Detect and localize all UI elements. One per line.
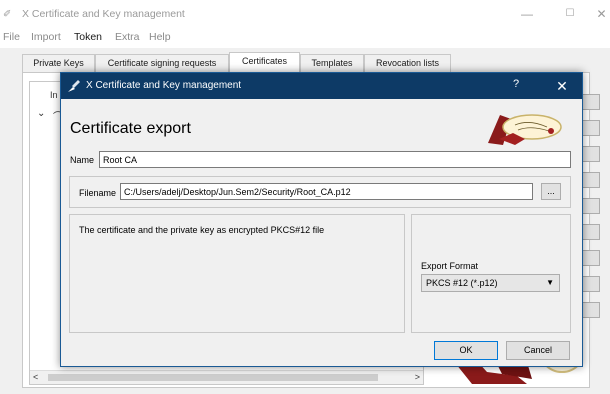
menu-token[interactable]: Token — [74, 31, 102, 43]
app-icon — [68, 80, 80, 92]
name-label: Name — [70, 155, 95, 165]
name-input[interactable] — [99, 151, 571, 168]
tab-certificates[interactable]: Certificates — [229, 52, 300, 72]
horizontal-scrollbar[interactable]: < > — [30, 370, 423, 384]
help-button[interactable]: ? — [513, 78, 519, 90]
export-description: The certificate and the private key as e… — [79, 225, 325, 235]
tab-private-keys[interactable]: Private Keys — [22, 54, 95, 72]
seal-logo-icon — [488, 114, 562, 145]
close-button[interactable]: ✕ — [593, 5, 610, 23]
chevron-down-icon[interactable]: ⌄ — [37, 108, 45, 119]
main-titlebar: ✐ X Certificate and Key management — ☐ ✕ — [0, 0, 610, 28]
menu-help[interactable]: Help — [149, 31, 171, 43]
maximize-button[interactable]: ☐ — [555, 5, 585, 23]
menu-import[interactable]: Import — [31, 31, 61, 43]
dialog-heading: Certificate export — [70, 120, 191, 137]
menu-bar: File Import Token Extra Help — [0, 28, 610, 48]
tab-certificate-signing-requests[interactable]: Certificate signing requests — [95, 54, 229, 72]
export-format-box: Export Format PKCS #12 (*.p12) ▼ — [411, 214, 571, 333]
app-icon: ✐ — [3, 9, 12, 20]
tab-templates[interactable]: Templates — [300, 54, 364, 72]
cancel-button[interactable]: Cancel — [506, 341, 570, 360]
dialog-titlebar: X Certificate and Key management ? ✕ — [61, 73, 582, 99]
export-format-select[interactable]: PKCS #12 (*.p12) ▼ — [421, 274, 560, 292]
menu-file[interactable]: File — [3, 31, 20, 43]
tree-column-header[interactable]: In — [50, 90, 58, 100]
browse-button[interactable]: ... — [541, 183, 561, 200]
dropdown-arrow-icon[interactable]: ▼ — [546, 278, 554, 287]
close-icon[interactable]: ✕ — [549, 76, 575, 96]
certificate-export-dialog: X Certificate and Key management ? ✕ Cer… — [60, 72, 583, 367]
scroll-right-icon[interactable]: > — [415, 372, 420, 382]
export-description-box: The certificate and the private key as e… — [69, 214, 405, 333]
filename-group: Filename ... — [69, 176, 571, 208]
export-format-value: PKCS #12 (*.p12) — [426, 278, 498, 288]
tab-revocation-lists[interactable]: Revocation lists — [364, 54, 451, 72]
dialog-title: X Certificate and Key management — [86, 80, 242, 91]
menu-extra[interactable]: Extra — [115, 31, 140, 43]
minimize-button[interactable]: — — [512, 5, 542, 23]
export-format-label: Export Format — [421, 261, 479, 271]
filename-label: Filename — [79, 188, 117, 198]
filename-input[interactable] — [120, 183, 533, 200]
scrollbar-thumb[interactable] — [48, 374, 378, 381]
main-window-title: X Certificate and Key management — [22, 8, 185, 20]
ok-button[interactable]: OK — [434, 341, 498, 360]
scroll-left-icon[interactable]: < — [33, 372, 38, 382]
